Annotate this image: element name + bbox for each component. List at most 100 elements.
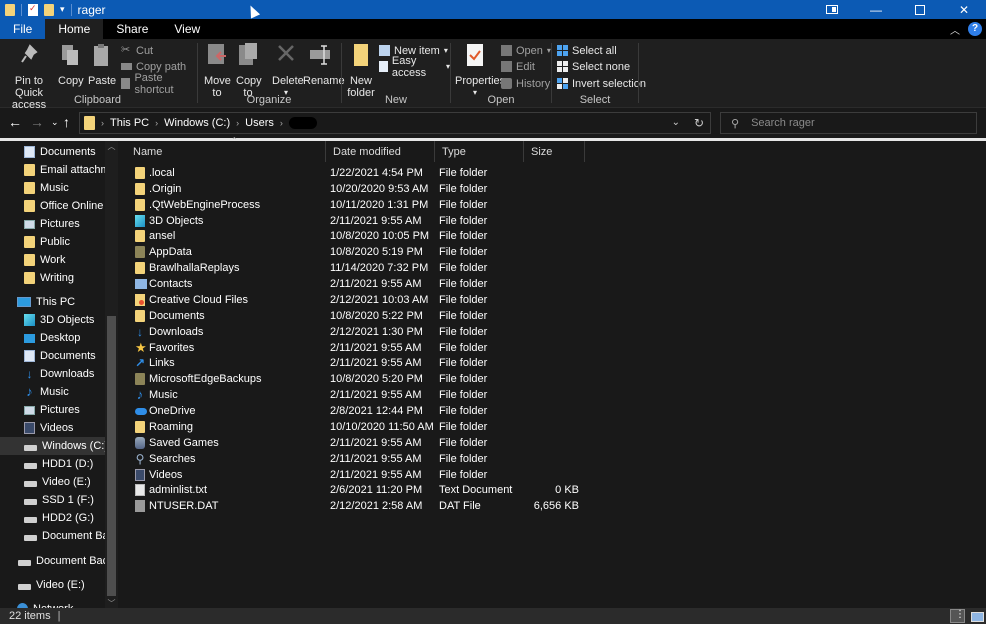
nav-item-ssd1-f[interactable]: SSD 1 (F:) [0, 491, 105, 509]
redacted-breadcrumb[interactable] [288, 117, 317, 129]
search-input[interactable] [751, 117, 952, 129]
edit-button[interactable]: Edit [501, 59, 535, 74]
large-icons-view-button[interactable] [969, 609, 984, 623]
paste-shortcut-button[interactable]: Paste shortcut [121, 72, 195, 96]
breadcrumb-separator[interactable]: › [155, 118, 158, 128]
move-to-button[interactable]: Move to [204, 42, 231, 99]
file-row[interactable]: ↓ Downloads 2/12/2021 1:30 PM File folder [119, 324, 585, 340]
search-box[interactable]: ⚲ [720, 112, 977, 134]
maximize-button[interactable] [898, 0, 942, 19]
file-row[interactable]: ansel 10/8/2020 10:05 PM File folder [119, 228, 585, 244]
address-dropdown-button[interactable]: ⌄ [672, 117, 680, 128]
file-row[interactable]: ★ Favorites 2/11/2021 9:55 AM File folder [119, 340, 585, 356]
nav-item-videos[interactable]: Videos [0, 419, 105, 437]
file-row[interactable]: NTUSER.DAT 2/12/2021 2:58 AM DAT File 6,656… [119, 498, 585, 514]
recent-locations-dropdown[interactable]: ⌄ [51, 117, 59, 128]
file-row[interactable]: ⚲ Searches 2/11/2021 9:55 AM File folder [119, 451, 585, 467]
file-row[interactable]: MicrosoftEdgeBackups 10/8/2020 5:20 PM Fil… [119, 371, 585, 387]
tab-file[interactable]: File [0, 19, 46, 39]
column-header-date[interactable]: Date modified [326, 141, 435, 162]
nav-item-hdd1-d[interactable]: HDD1 (D:) [0, 455, 105, 473]
close-button[interactable]: ✕ [942, 0, 986, 19]
file-row[interactable]: Creative Cloud Files 2/12/2021 10:03 AM Fi… [119, 292, 585, 308]
file-row[interactable]: OneDrive 2/8/2021 12:44 PM File folder [119, 403, 585, 419]
nav-item-music-pc[interactable]: ♪ Music [0, 383, 105, 401]
help-icon[interactable]: ? [968, 22, 982, 36]
title-bar[interactable]: ▾ rager — ✕ [0, 0, 986, 19]
file-row[interactable]: Documents 10/8/2020 5:22 PM File folder [119, 308, 585, 324]
address-bar[interactable]: › This PC › Windows (C:) › Users › ⌄ ↻ [79, 112, 711, 134]
nav-item-hdd2-g[interactable]: HDD2 (G:) [0, 509, 105, 527]
refresh-icon[interactable]: ↻ [694, 116, 704, 130]
customize-qat-dropdown[interactable]: ▾ [60, 4, 65, 15]
nav-item-video-e-network[interactable]: Video (E:) [0, 576, 105, 594]
file-row[interactable]: .QtWebEngineProcess 10/11/2020 1:31 PM Fil… [119, 197, 585, 213]
file-row[interactable]: adminlist.txt 2/6/2021 11:20 PM Text Docum… [119, 482, 585, 498]
breadcrumb-windows-c[interactable]: Windows (C:) [164, 117, 230, 129]
file-row[interactable]: .local 1/22/2021 4:54 PM File folder [119, 165, 585, 181]
breadcrumb-users[interactable]: Users [245, 117, 274, 129]
rename-button[interactable]: Rename [303, 42, 345, 87]
nav-item-pictures[interactable]: Pictures [0, 215, 105, 233]
nav-scrollbar-thumb[interactable] [107, 316, 116, 596]
delete-button[interactable]: Delete ▾ [272, 42, 304, 99]
file-row[interactable]: ♪ Music 2/11/2021 9:55 AM File folder [119, 387, 585, 403]
tab-share[interactable]: Share [103, 19, 161, 39]
file-row[interactable]: Contacts 2/11/2021 9:55 AM File folder [119, 276, 585, 292]
nav-item-3d-objects[interactable]: 3D Objects [0, 311, 105, 329]
minimize-ribbon-button[interactable]: ︿ [950, 22, 960, 37]
file-row[interactable]: AppData 10/8/2020 5:19 PM File folder [119, 244, 585, 260]
file-row[interactable]: ↗ Links 2/11/2021 9:55 AM File folder [119, 355, 585, 371]
file-row[interactable]: BrawlhallaReplays 11/14/2020 7:32 PM File … [119, 260, 585, 276]
nav-item-writing[interactable]: Writing [0, 269, 105, 287]
paste-button[interactable]: Paste [88, 42, 116, 87]
column-header-name[interactable]: Name ⌃ [126, 136, 326, 162]
tab-view[interactable]: View [161, 19, 213, 39]
copy-button[interactable]: Copy [58, 42, 84, 87]
file-row[interactable]: 3D Objects 2/11/2021 9:55 AM File folder [119, 213, 585, 229]
nav-item-desktop[interactable]: Desktop [0, 329, 105, 347]
file-row[interactable]: Saved Games 2/11/2021 9:55 AM File folder [119, 435, 585, 451]
nav-item-document-backup-u[interactable]: Document Back U [0, 552, 105, 570]
nav-item-windows-c[interactable]: Windows (C:) [0, 437, 105, 455]
file-row[interactable]: .Origin 10/20/2020 9:53 AM File folder [119, 181, 585, 197]
nav-item-downloads[interactable]: ↓ Downloads [0, 365, 105, 383]
column-header-type[interactable]: Type [435, 141, 524, 162]
file-row[interactable]: Roaming 10/10/2020 11:50 AM File folder [119, 419, 585, 435]
breadcrumb-separator[interactable]: › [236, 118, 239, 128]
nav-item-office-online[interactable]: Office Online ex [0, 197, 105, 215]
nav-item-work[interactable]: Work [0, 251, 105, 269]
tab-home[interactable]: Home [45, 19, 104, 39]
nav-item-this-pc[interactable]: This PC [0, 293, 105, 311]
snap-button[interactable] [810, 0, 854, 19]
nav-item-email-attachments[interactable]: Email attachmer [0, 161, 105, 179]
invert-selection-button[interactable]: Invert selection [557, 76, 646, 91]
new-folder-qat-button[interactable] [44, 3, 54, 16]
nav-item-documents-pc[interactable]: Documents [0, 347, 105, 365]
breadcrumb-this-pc[interactable]: This PC [110, 117, 149, 129]
nav-item-public[interactable]: Public [0, 233, 105, 251]
details-view-button[interactable] [950, 609, 965, 623]
copy-to-button[interactable]: Copy to [236, 42, 262, 99]
up-button[interactable]: ↑ [63, 114, 70, 130]
nav-item-network[interactable]: Network [0, 600, 105, 608]
back-button[interactable]: ← [8, 114, 22, 130]
file-row[interactable]: Videos 2/11/2021 9:55 AM File folder [119, 467, 585, 483]
minimize-button[interactable]: — [854, 0, 898, 19]
breadcrumb-separator[interactable]: › [280, 118, 283, 128]
cut-button[interactable]: ✂ Cut [121, 43, 153, 58]
open-button[interactable]: Open ▾ [501, 43, 551, 58]
nav-item-pictures-pc[interactable]: Pictures [0, 401, 105, 419]
easy-access-button[interactable]: Easy access ▾ [379, 55, 450, 79]
nav-item-video-e[interactable]: Video (E:) [0, 473, 105, 491]
new-folder-button[interactable]: New folder [346, 42, 376, 99]
scroll-up-icon[interactable]: ︿ [106, 141, 117, 152]
properties-qat-button[interactable] [28, 3, 38, 16]
nav-item-documents[interactable]: Documents [0, 143, 105, 161]
select-none-button[interactable]: Select none [557, 59, 630, 74]
breadcrumb-separator[interactable]: › [101, 118, 104, 128]
column-header-size[interactable]: Size [524, 141, 585, 162]
properties-button[interactable]: Properties ▾ [455, 42, 505, 99]
history-button[interactable]: History [501, 76, 550, 91]
nav-item-document-backup[interactable]: Document Back [0, 527, 105, 545]
